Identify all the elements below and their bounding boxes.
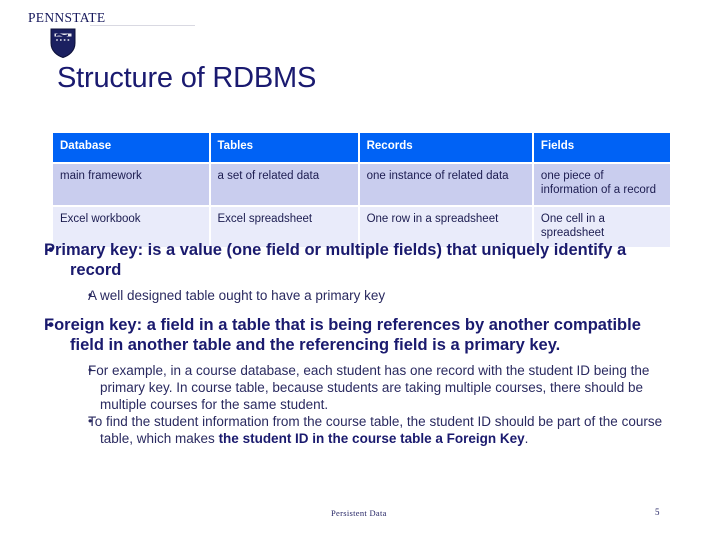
bullet-foreign-key: • Foreign key: a field in a table that i… bbox=[0, 315, 720, 355]
bullet-primary-key-text: Primary key: is a value (one field or mu… bbox=[44, 241, 627, 279]
penn-state-logo: PENNSTATE bbox=[14, 6, 294, 58]
lookup-bold-emphasis: the student ID in the course table a For… bbox=[218, 431, 525, 446]
table-header-row: Database Tables Records Fields bbox=[53, 133, 670, 164]
bullet-foreign-key-text: Foreign key: a field in a table that is … bbox=[44, 316, 641, 354]
table-row: main framework a set of related data one… bbox=[53, 164, 670, 207]
bullet-lookup-foreign-key: • To find the student information from t… bbox=[0, 413, 720, 447]
bullet-example-course-db: • For example, in a course database, eac… bbox=[0, 362, 720, 413]
bullet-marker-icon: • bbox=[48, 241, 54, 259]
bullet-primary-key-sub-text: A well designed table ought to have a pr… bbox=[88, 288, 386, 303]
cell-database-definition: main framework bbox=[53, 164, 211, 207]
bullet-content: • Primary key: is a value (one field or … bbox=[0, 240, 720, 447]
bullet-example-text: For example, in a course database, each … bbox=[88, 363, 650, 412]
column-header-database: Database bbox=[53, 133, 211, 164]
bullet-primary-key: • Primary key: is a value (one field or … bbox=[0, 240, 720, 280]
logo-divider-rule bbox=[90, 25, 195, 26]
logo-wordmark: PENNSTATE bbox=[28, 10, 106, 25]
page-title: Structure of RDBMS bbox=[57, 62, 317, 94]
cell-records-definition: one instance of related data bbox=[359, 164, 534, 207]
bullet-marker-icon: • bbox=[88, 414, 93, 428]
bullet-lookup-text: To find the student information from the… bbox=[0, 413, 720, 447]
bullet-marker-icon: • bbox=[88, 363, 93, 377]
column-header-records: Records bbox=[359, 133, 534, 164]
penn-state-shield-icon bbox=[50, 28, 76, 58]
cell-fields-definition: one piece of information of a record bbox=[533, 164, 670, 207]
lookup-suffix: . bbox=[524, 431, 529, 446]
column-header-fields: Fields bbox=[533, 133, 670, 164]
cell-tables-definition: a set of related data bbox=[210, 164, 360, 207]
structure-comparison-table: Database Tables Records Fields main fram… bbox=[53, 133, 670, 247]
bullet-marker-icon: • bbox=[88, 288, 93, 302]
bullet-marker-icon: • bbox=[48, 316, 54, 334]
footer-label: Persistent Data bbox=[331, 508, 387, 518]
bullet-primary-key-sub: • A well designed table ought to have a … bbox=[0, 287, 720, 304]
column-header-tables: Tables bbox=[210, 133, 360, 164]
slide-page-number: 5 bbox=[655, 507, 660, 517]
